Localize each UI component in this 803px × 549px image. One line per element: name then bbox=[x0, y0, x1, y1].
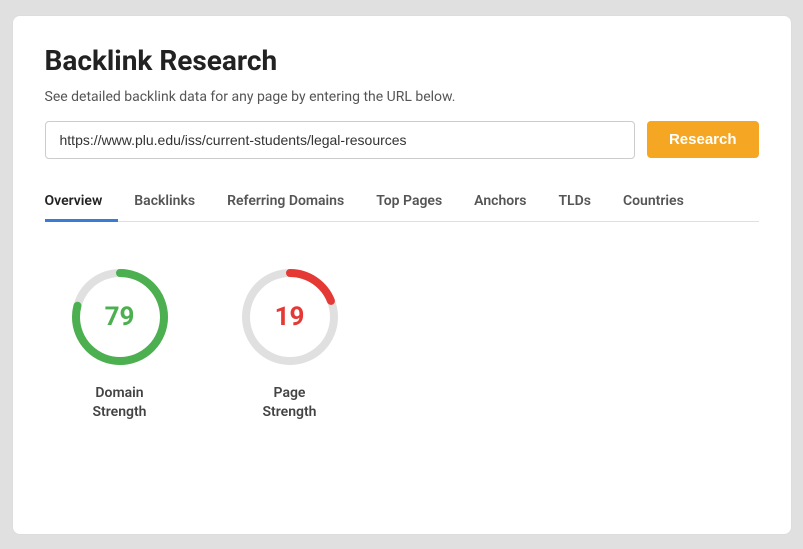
main-card: Backlink Research See detailed backlink … bbox=[12, 15, 792, 535]
page-strength-metric: 19 PageStrength bbox=[235, 262, 345, 423]
tab-top-pages[interactable]: Top Pages bbox=[360, 183, 458, 222]
domain-strength-circle: 79 bbox=[65, 262, 175, 372]
tab-overview[interactable]: Overview bbox=[45, 183, 119, 222]
tab-referring-domains[interactable]: Referring Domains bbox=[211, 183, 360, 222]
tab-countries[interactable]: Countries bbox=[607, 183, 700, 222]
subtitle: See detailed backlink data for any page … bbox=[45, 89, 759, 105]
domain-strength-value: 79 bbox=[105, 302, 135, 332]
page-strength-label: PageStrength bbox=[263, 384, 317, 423]
domain-strength-metric: 79 DomainStrength bbox=[65, 262, 175, 423]
page-title: Backlink Research bbox=[45, 44, 759, 77]
tab-anchors[interactable]: Anchors bbox=[458, 183, 542, 222]
tabs-nav: Overview Backlinks Referring Domains Top… bbox=[45, 183, 759, 222]
page-strength-value: 19 bbox=[275, 302, 305, 332]
tab-tlds[interactable]: TLDs bbox=[542, 183, 607, 222]
page-strength-circle: 19 bbox=[235, 262, 345, 372]
research-button[interactable]: Research bbox=[647, 121, 759, 158]
url-input[interactable] bbox=[45, 121, 635, 159]
search-row: Research bbox=[45, 121, 759, 159]
tab-backlinks[interactable]: Backlinks bbox=[118, 183, 211, 222]
domain-strength-label: DomainStrength bbox=[93, 384, 147, 423]
metrics-row: 79 DomainStrength 19 PageStrength bbox=[45, 262, 759, 423]
